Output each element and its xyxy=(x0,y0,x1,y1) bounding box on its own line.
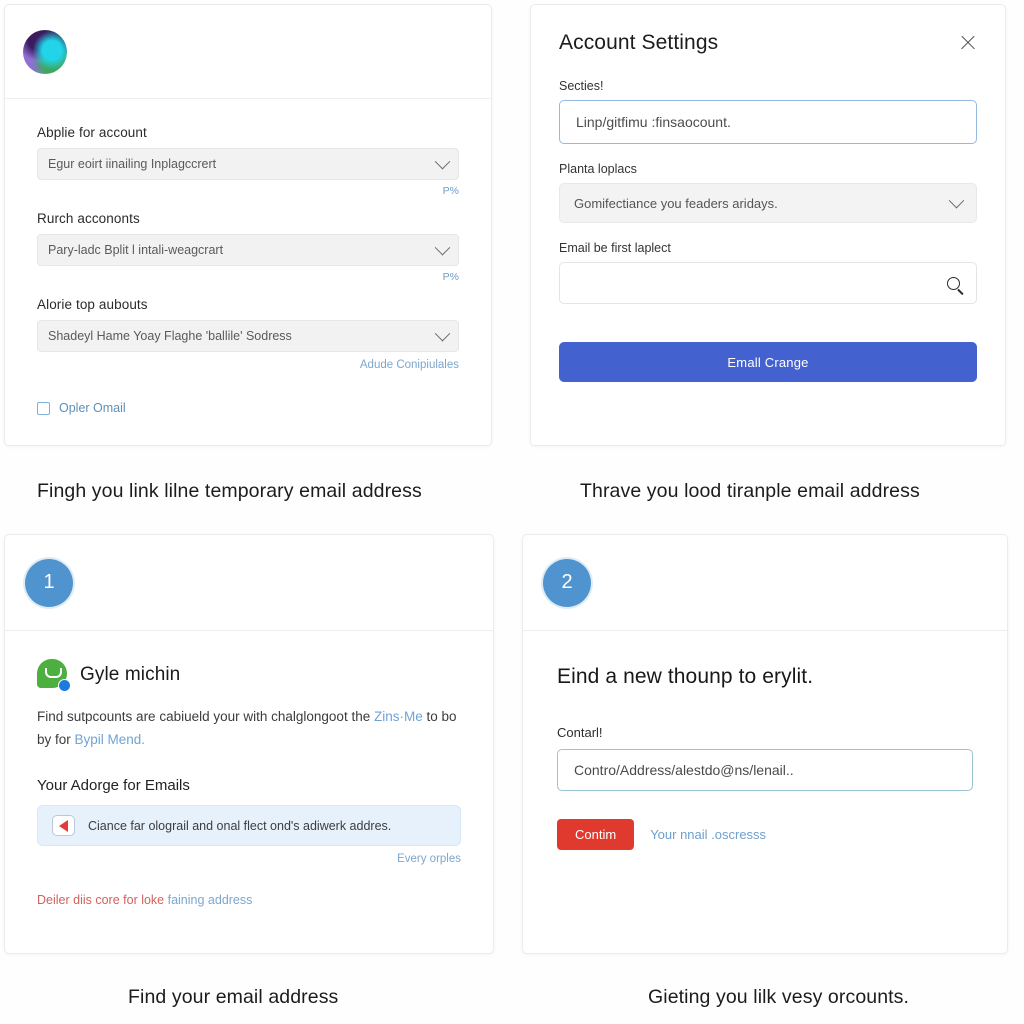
app-logo-icon xyxy=(23,29,67,74)
close-icon[interactable] xyxy=(959,34,977,52)
caption-card3: Find your email address xyxy=(128,986,339,1008)
gmail-checkbox[interactable] xyxy=(37,401,50,415)
contact-email-input[interactable]: Contro/Address/alestdo@ns/lenail.. xyxy=(557,749,973,791)
account-select-2[interactable]: Pary-ladc Bplit l intali-weagcrart xyxy=(37,234,459,266)
emails-section-label: Your Adorge for Emails xyxy=(37,777,190,795)
dialog-field-1: Secties! Linp/gitfimu :finsaocount. xyxy=(559,79,977,144)
card1-body: Abplie for account Egur eoirt iinailing … xyxy=(5,99,491,415)
field-label-2: Rurch accononts xyxy=(37,211,140,226)
warning-text: Deiler diis core for loke xyxy=(37,893,168,908)
plan-select-value: Gomifectiance you feaders aridays. xyxy=(574,195,778,211)
dialog-actions: Emall Crange xyxy=(559,342,977,382)
account-select-3-value: Shadeyl Hame Yoay Flaghe 'ballile' Sodre… xyxy=(48,329,292,343)
search-icon xyxy=(947,276,960,290)
dialog-label-1: Secties! xyxy=(559,79,604,93)
email-address-link[interactable]: Your nnail .oscresss xyxy=(650,827,766,842)
card4-actions: Contim Your nnail .oscresss xyxy=(557,819,973,850)
contact-label: Contarl! xyxy=(557,725,603,740)
brand-name: Gyle michin xyxy=(80,664,181,685)
field-3-link[interactable]: Adude Conipiulales xyxy=(37,359,459,371)
field-group-1: Abplie for account Egur eoirt iinailing … xyxy=(37,125,459,197)
account-select-3[interactable]: Shadeyl Hame Yoay Flaghe 'ballile' Sodre… xyxy=(37,320,459,352)
account-form-card: Abplie for account Egur eoirt iinailing … xyxy=(4,4,492,446)
chevron-down-icon xyxy=(434,325,451,341)
card4-body: Eind a new thounp to erylit. Contarl! Co… xyxy=(523,665,1007,850)
warning-text-row: Deiler diis core for loke faining addres… xyxy=(37,893,461,907)
chevron-down-icon xyxy=(434,239,451,255)
find-email-card: 1 Gyle michin Find sutpcounts are cabiue… xyxy=(4,534,494,954)
email-info-link[interactable]: Every orples xyxy=(37,853,461,865)
screenshot-root: Abplie for account Egur eoirt iinailing … xyxy=(0,0,1024,1024)
card3-paragraph: Find sutpcounts are cabiueld your with c… xyxy=(37,705,461,751)
paragraph-link-2[interactable]: Bypil Mend. xyxy=(75,732,146,747)
account-settings-dialog: Account Settings Secties! Linp/gitfimu :… xyxy=(530,4,1006,446)
chat-bubble-icon xyxy=(37,659,71,692)
email-info-box[interactable]: Ciance far olograil and onal flect ond's… xyxy=(37,805,461,847)
dialog-field-3: Email be first laplect xyxy=(559,241,977,304)
field-label-3: Alorie top aubouts xyxy=(37,297,148,312)
paragraph-link-1[interactable]: Zins·Me xyxy=(374,709,423,724)
brand-row: Gyle michin xyxy=(37,659,461,692)
chat-badge-icon xyxy=(58,679,71,692)
account-link-input-value: Linp/gitfimu :finsaocount. xyxy=(576,114,731,130)
email-change-button[interactable]: Emall Crange xyxy=(559,342,977,382)
caption-card2: Thrave you lood tiranple email address xyxy=(580,480,920,502)
card3-header: 1 xyxy=(5,535,493,631)
card3-body: Gyle michin Find sutpcounts are cabiueld… xyxy=(5,659,493,907)
dialog-title: Account Settings xyxy=(559,31,719,54)
dialog-label-3: Email be first laplect xyxy=(559,241,671,255)
card4-header: 2 xyxy=(523,535,1007,631)
confirm-button[interactable]: Contim xyxy=(557,819,635,850)
email-info-text: Ciance far olograil and onal flect ond's… xyxy=(88,818,392,833)
warning-link[interactable]: faining address xyxy=(168,893,253,907)
plan-select[interactable]: Gomifectiance you feaders aridays. xyxy=(559,183,977,223)
step-badge-2: 2 xyxy=(543,558,591,607)
gmail-checkbox-row[interactable]: Opler Omail xyxy=(37,401,459,415)
account-select-2-value: Pary-ladc Bplit l intali-weagcrart xyxy=(48,243,224,257)
email-search-input[interactable] xyxy=(559,262,977,304)
field-group-3: Alorie top aubouts Shadeyl Hame Yoay Fla… xyxy=(37,297,459,371)
contact-email-value: Contro/Address/alestdo@ns/lenail.. xyxy=(574,762,794,778)
field-2-mini-link[interactable]: P% xyxy=(37,271,459,283)
dialog-label-2: Planta loplacs xyxy=(559,162,637,176)
red-play-icon xyxy=(52,815,75,837)
chevron-down-icon xyxy=(434,153,451,169)
caption-card1: Fingh you link lilne temporary email add… xyxy=(37,480,422,502)
chevron-down-icon xyxy=(948,192,965,208)
step-badge-1: 1 xyxy=(25,558,73,607)
caption-card4: Gieting you lilk vesy orcounts. xyxy=(648,986,910,1008)
dialog-header: Account Settings xyxy=(559,5,977,55)
gmail-checkbox-label: Opler Omail xyxy=(59,401,126,415)
account-select-1-value: Egur eoirt iinailing Inplagccrert xyxy=(48,157,217,171)
account-link-input[interactable]: Linp/gitfimu :finsaocount. xyxy=(559,100,977,144)
card1-header xyxy=(5,5,491,99)
confirm-email-card: 2 Eind a new thounp to erylit. Contarl! … xyxy=(522,534,1008,954)
dialog-field-2: Planta loplacs Gomifectiance you feaders… xyxy=(559,162,977,223)
card4-heading: Eind a new thounp to erylit. xyxy=(557,665,814,688)
account-select-1[interactable]: Egur eoirt iinailing Inplagccrert xyxy=(37,148,459,180)
paragraph-text-1: Find sutpcounts are cabiueld your with c… xyxy=(37,709,374,724)
field-1-mini-link[interactable]: P% xyxy=(37,185,459,197)
field-group-2: Rurch accononts Pary-ladc Bplit l intali… xyxy=(37,211,459,283)
field-label-1: Abplie for account xyxy=(37,125,147,140)
